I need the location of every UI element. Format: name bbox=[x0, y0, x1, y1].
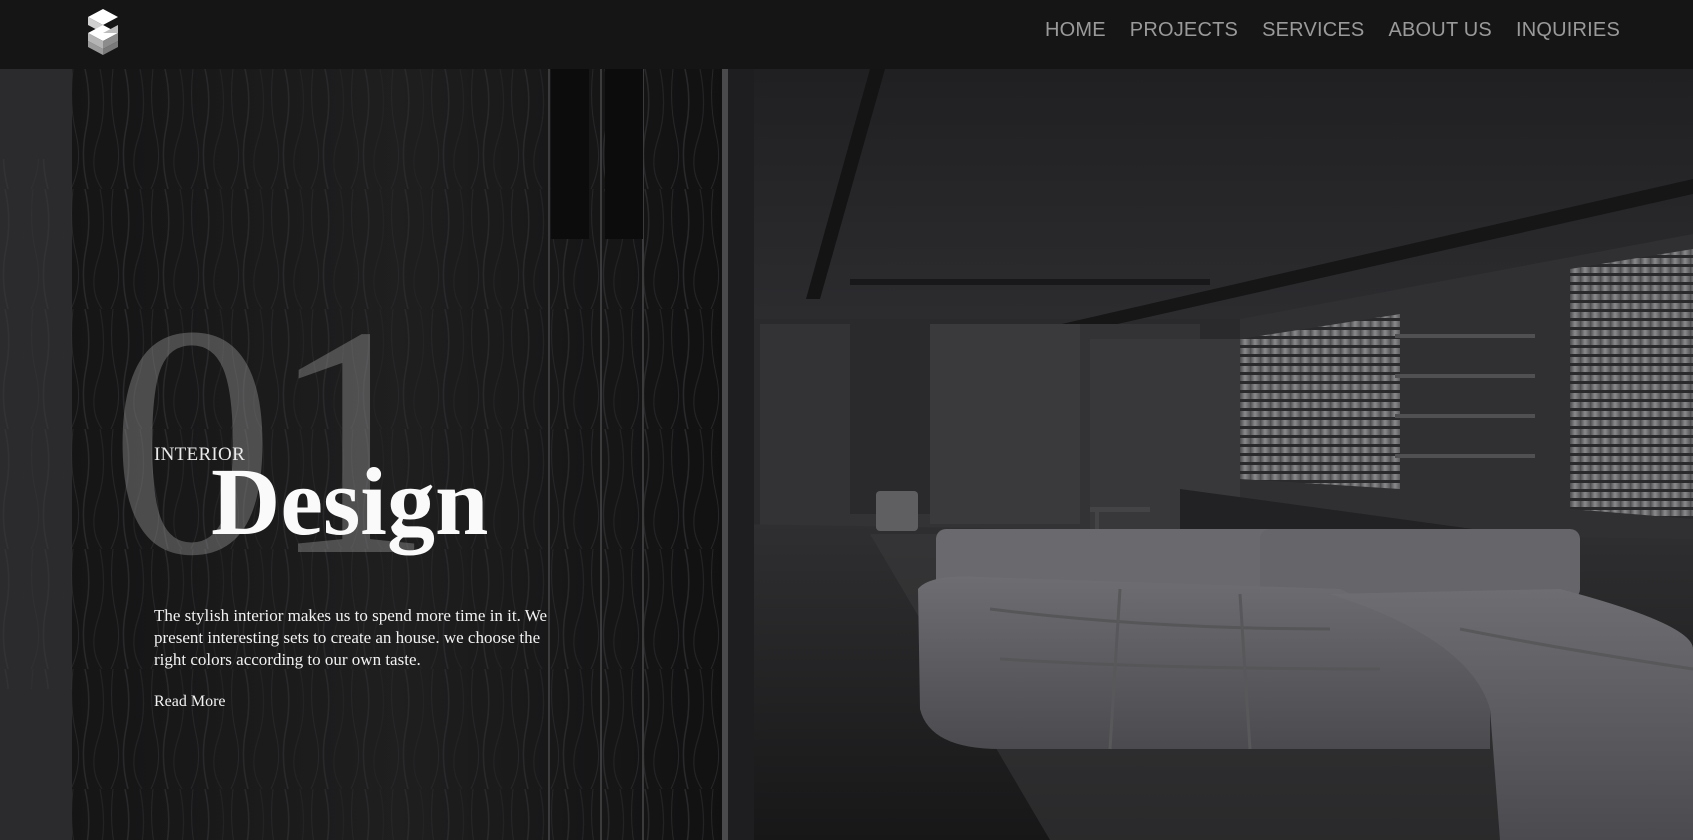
hero-description: The stylish interior makes us to spend m… bbox=[154, 606, 548, 669]
read-more-link[interactable]: Read More bbox=[154, 693, 226, 711]
nav-projects-link[interactable]: PROJECTS bbox=[1130, 18, 1238, 42]
nav-services-link[interactable]: SERVICES bbox=[1262, 18, 1364, 42]
hero-section: 01 INTERIOR Design The stylish interior … bbox=[0, 69, 1693, 840]
site-header: HOME PROJECTS SERVICES ABOUT US INQUIRIE… bbox=[0, 0, 1693, 69]
slide-number: 01 bbox=[110, 259, 434, 624]
nav-home-link[interactable]: HOME bbox=[1045, 18, 1106, 42]
cube-s-logo-icon[interactable] bbox=[86, 8, 120, 56]
nav-inquiries-link[interactable]: INQUIRIES bbox=[1516, 18, 1620, 42]
nav-about-us-link[interactable]: ABOUT US bbox=[1388, 18, 1491, 42]
main-nav: HOME PROJECTS SERVICES ABOUT US INQUIRIE… bbox=[1045, 18, 1620, 42]
hero-headline: Design bbox=[211, 448, 489, 555]
